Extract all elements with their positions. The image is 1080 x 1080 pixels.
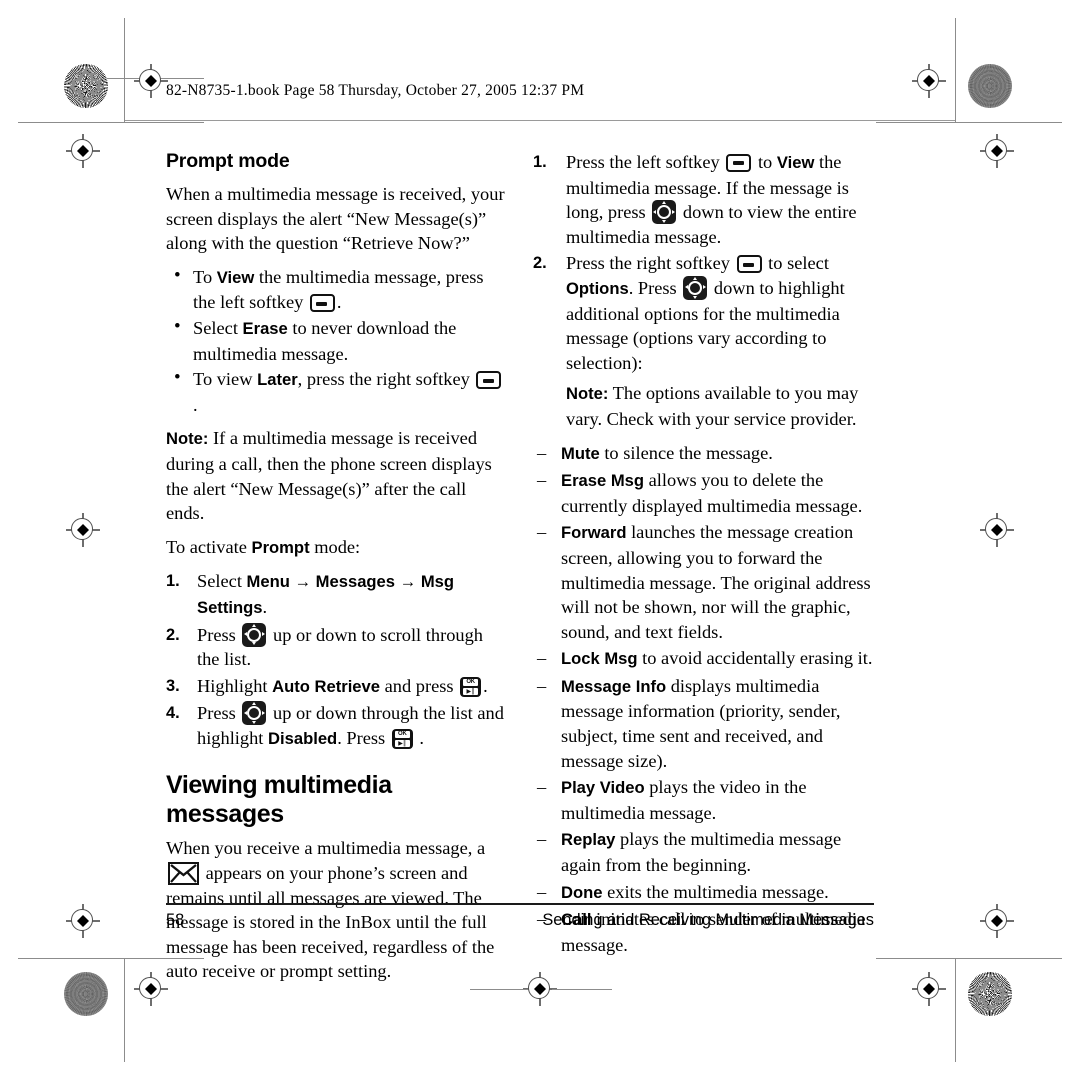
step-text-cont: . Press [628, 277, 682, 298]
list-item: Mute to silence the message. [533, 441, 878, 467]
bullet-bold-term: Erase [242, 318, 288, 338]
softkey-icon [736, 255, 762, 274]
viewing-intro: When you receive a multimedia message, a… [166, 836, 506, 984]
step-text: Press the left softkey [566, 152, 725, 172]
prompt-mode-intro: When a multimedia message is received, y… [166, 184, 505, 254]
option-name: Message Info [561, 676, 667, 696]
nav-key-icon [242, 622, 267, 647]
step-text: Select [197, 571, 247, 592]
option-name: Done [561, 882, 603, 902]
softkey-icon [309, 294, 335, 313]
step-text: Highlight [197, 675, 273, 696]
viewing-steps: Press the left softkey to View the multi… [533, 150, 878, 375]
note-label: Note: [566, 384, 609, 404]
document-page: 82-N8735-1.book Page 58 Thursday, Octobe… [0, 0, 1080, 1080]
list-item: Play Video plays the video in the multim… [533, 775, 878, 825]
note-block-left: Note: If a multimedia message is receive… [166, 426, 506, 525]
softkey-icon [726, 154, 752, 172]
ok-key-icon: OK ▶║ [391, 728, 413, 749]
option-name: Lock Msg [561, 649, 638, 669]
step-text-cont: and press [380, 675, 459, 696]
section-heading-viewing-multimedia-messages: Viewing multimedia messages [166, 771, 392, 829]
list-item: Done exits the multimedia message. [533, 880, 878, 906]
step-tail: . [483, 675, 488, 696]
viewing-post: appears on your phone’s screen and remai… [166, 863, 495, 982]
activate-pre: To activate [166, 536, 252, 557]
bullet-text: To view [193, 369, 258, 390]
step-text: Press [197, 624, 241, 645]
step-bold-term: Options [566, 278, 629, 298]
option-description: to avoid accidentally erasing it. [637, 648, 873, 669]
list-item: Press the left softkey to View the multi… [533, 150, 878, 249]
list-item: Forward launches the message creation sc… [533, 520, 878, 644]
step-bold-term: Auto Retrieve [272, 676, 380, 696]
list-item: Press up or down through the list and hi… [166, 701, 506, 751]
nav-key-icon [242, 701, 267, 726]
option-description: to silence the message. [599, 442, 773, 463]
step-text-mid: to select [763, 253, 829, 274]
book-header-text: 82-N8735-1.book Page 58 Thursday, Octobe… [166, 82, 585, 99]
prompt-mode-bullets: To View the multimedia message, press th… [166, 264, 506, 418]
bullet-text-cont: , press the right softkey [297, 369, 475, 390]
page-number: 58 [166, 911, 185, 929]
options-list: Mute to silence the message. Erase Msg a… [533, 441, 878, 958]
note-label: Note: [166, 429, 209, 449]
step-bold-term-2: Disabled [268, 728, 338, 748]
list-item: To View the multimedia message, press th… [166, 264, 506, 315]
list-item: Select Erase to never download the multi… [166, 315, 506, 366]
bullet-bold-term: Later [257, 370, 298, 390]
header-divider [125, 120, 955, 121]
list-item: Lock Msg to avoid accidentally erasing i… [533, 646, 878, 672]
viewing-pre: When you receive a multimedia message, a [166, 838, 486, 859]
step-text: Press the right softkey [566, 253, 735, 274]
step-text-mid: to [753, 152, 777, 172]
step-text-cont: . [262, 596, 268, 617]
envelope-icon [168, 862, 199, 886]
bullet-text: To [193, 266, 217, 287]
list-item: Press up or down to scroll through the l… [166, 622, 506, 672]
ok-key-icon: OK ▶║ [460, 676, 482, 697]
bullet-tail: . [336, 292, 342, 313]
list-item: Message Info displays multimedia message… [533, 674, 878, 773]
list-item: Highlight Auto Retrieve and press OK ▶║. [166, 674, 506, 700]
note-block-right: Note: The options available to you may v… [533, 381, 878, 431]
activate-post: mode: [309, 536, 361, 557]
activate-prompt-line: To activate Prompt mode: [166, 535, 506, 561]
option-description: exits the multimedia message. [602, 881, 829, 902]
note-text: The options available to you may vary. C… [566, 383, 859, 429]
section-heading-prompt-mode: Prompt mode [166, 150, 290, 172]
nav-key-icon [652, 200, 677, 225]
left-column: Prompt mode When a multimedia message is… [166, 150, 506, 993]
footer-divider [166, 903, 874, 905]
prompt-mode-steps: Select Menu → Messages → Msg Settings. P… [166, 569, 506, 751]
list-item: To view Later, press the right softkey . [166, 366, 506, 417]
option-name: Forward [561, 523, 627, 543]
note-text: If a multimedia message is received duri… [166, 428, 492, 524]
bullet-tail: . [193, 394, 198, 415]
list-item: Press the right softkey to select Option… [533, 251, 878, 375]
step-text-cont-2: . Press [337, 727, 390, 748]
nav-key-icon [683, 275, 708, 300]
option-name: Replay [561, 830, 616, 850]
list-item: Replay plays the multimedia message agai… [533, 827, 878, 877]
list-item: Select Menu → Messages → Msg Settings. [166, 569, 506, 620]
step-bold-term: View [776, 153, 815, 172]
right-column: Press the left softkey to View the multi… [533, 150, 878, 959]
list-item: Erase Msg allows you to delete the curre… [533, 468, 878, 518]
option-name: Mute [561, 443, 600, 463]
bullet-bold-term: View [216, 267, 255, 287]
option-name: Erase Msg [561, 471, 645, 491]
step-tail: . [414, 727, 425, 748]
bullet-text: Select [193, 317, 243, 338]
activate-bold: Prompt [251, 537, 310, 557]
step-text: Press [197, 703, 241, 724]
option-name: Play Video [561, 778, 645, 798]
footer-title: Sending and Receiving Multimedia Message… [542, 911, 874, 929]
softkey-icon [476, 371, 502, 390]
